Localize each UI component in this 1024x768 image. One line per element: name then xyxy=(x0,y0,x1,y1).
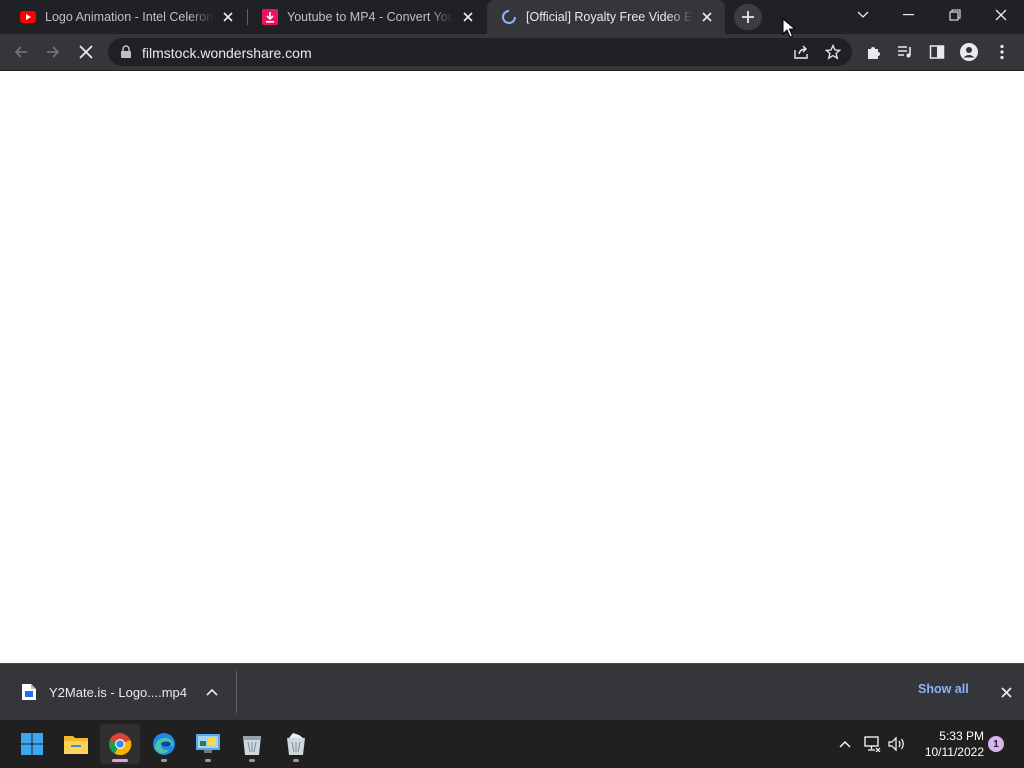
tab-youtube-to-mp4[interactable]: Youtube to MP4 - Convert Youtube xyxy=(248,0,486,34)
network-icon xyxy=(864,736,881,752)
tab-title: Youtube to MP4 - Convert Youtube xyxy=(287,10,454,24)
show-hidden-icons-button[interactable] xyxy=(835,734,855,754)
recycle-bin-full-button[interactable] xyxy=(276,724,316,764)
download-file-name: Y2Mate.is - Logo....mp4 xyxy=(49,684,188,700)
windows-logo-icon xyxy=(21,733,43,755)
profile-icon xyxy=(960,43,978,61)
more-vert-icon xyxy=(1000,44,1004,60)
close-icon xyxy=(1000,686,1012,698)
taskbar-clock[interactable]: 5:33 PM 10/11/2022 xyxy=(914,728,984,760)
url-text[interactable]: filmstock.wondershare.com xyxy=(142,45,312,61)
show-all-link[interactable]: Show all xyxy=(918,682,969,696)
close-window-button[interactable] xyxy=(979,0,1023,30)
running-app-indicator xyxy=(293,759,299,762)
windows-taskbar: 5:33 PM 10/11/2022 1 xyxy=(0,720,1024,768)
plus-icon xyxy=(742,11,754,23)
lock-icon[interactable] xyxy=(119,45,133,59)
bookmark-button[interactable] xyxy=(822,42,844,62)
close-shelf-button[interactable] xyxy=(995,681,1017,703)
chevron-down-icon xyxy=(857,11,869,18)
restore-icon xyxy=(949,9,961,21)
recycle-bin-full-icon xyxy=(287,733,305,755)
star-icon xyxy=(825,44,841,60)
share-button[interactable] xyxy=(790,42,812,62)
download-icon xyxy=(262,9,278,25)
side-panel-icon xyxy=(929,45,945,59)
tab-title: [Official] Royalty Free Video Effects xyxy=(526,10,693,24)
edge-icon xyxy=(153,733,175,755)
page-content xyxy=(0,72,1024,663)
youtube-icon xyxy=(20,9,36,25)
forward-button[interactable] xyxy=(38,37,68,67)
media-control-button[interactable] xyxy=(890,37,920,67)
close-icon xyxy=(995,9,1007,21)
chevron-up-icon xyxy=(839,741,851,748)
shelf-divider xyxy=(236,671,237,713)
active-app-indicator xyxy=(112,759,128,762)
side-panel-button[interactable] xyxy=(922,37,952,67)
tab-strip: Logo Animation - Intel Celeron™ Youtube … xyxy=(0,0,1024,34)
network-button[interactable] xyxy=(862,734,882,754)
tab-filmstock[interactable]: [Official] Royalty Free Video Effects xyxy=(487,0,725,34)
download-shelf: Y2Mate.is - Logo....mp4 Show all xyxy=(0,663,1024,720)
share-icon xyxy=(794,45,808,59)
arrow-left-icon xyxy=(14,46,27,58)
clock-time: 5:33 PM xyxy=(939,729,984,743)
download-options-button[interactable] xyxy=(202,682,222,702)
chrome-button[interactable] xyxy=(100,724,140,764)
recycle-bin-button[interactable] xyxy=(232,724,272,764)
tab-logo-animation[interactable]: Logo Animation - Intel Celeron™ xyxy=(6,0,246,34)
browser-toolbar: filmstock.wondershare.com xyxy=(0,34,1024,71)
chevron-up-icon xyxy=(206,688,218,696)
clock-date: 10/11/2022 xyxy=(924,745,984,759)
close-tab-icon[interactable] xyxy=(699,9,715,25)
file-explorer-button[interactable] xyxy=(56,724,96,764)
stop-icon xyxy=(79,45,93,59)
running-app-indicator xyxy=(249,759,255,762)
loading-spinner-icon xyxy=(501,9,517,25)
start-button[interactable] xyxy=(12,724,52,764)
speaker-icon xyxy=(888,736,904,752)
minimize-icon xyxy=(903,14,914,16)
control-panel-icon xyxy=(196,734,220,753)
edge-button[interactable] xyxy=(144,724,184,764)
minimize-button[interactable] xyxy=(887,0,931,30)
close-tab-icon[interactable] xyxy=(460,9,476,25)
profile-button[interactable] xyxy=(954,37,984,67)
download-item[interactable]: Y2Mate.is - Logo....mp4 xyxy=(14,664,236,720)
notification-badge: 1 xyxy=(988,736,1004,752)
notifications-button[interactable]: 1 xyxy=(982,730,1010,758)
address-bar[interactable]: filmstock.wondershare.com xyxy=(108,38,852,66)
running-app-indicator xyxy=(161,759,167,762)
new-tab-button[interactable] xyxy=(734,4,762,30)
running-app-indicator xyxy=(205,759,211,762)
arrow-right-icon xyxy=(47,46,60,58)
menu-button[interactable] xyxy=(987,37,1017,67)
close-tab-icon[interactable] xyxy=(220,9,236,25)
tab-title: Logo Animation - Intel Celeron™ xyxy=(45,10,214,24)
tab-search-button[interactable] xyxy=(841,0,885,30)
stop-loading-button[interactable] xyxy=(71,37,101,67)
media-queue-icon xyxy=(898,46,911,58)
restore-button[interactable] xyxy=(933,0,977,30)
recycle-bin-icon xyxy=(243,736,261,755)
control-panel-button[interactable] xyxy=(188,724,228,764)
mouse-cursor-icon xyxy=(782,18,796,38)
chrome-icon xyxy=(108,733,132,756)
file-video-icon xyxy=(22,684,36,700)
volume-button[interactable] xyxy=(887,734,907,754)
back-button[interactable] xyxy=(6,37,36,67)
puzzle-icon xyxy=(868,47,880,59)
file-explorer-icon xyxy=(64,736,88,754)
extensions-button[interactable] xyxy=(858,37,888,67)
